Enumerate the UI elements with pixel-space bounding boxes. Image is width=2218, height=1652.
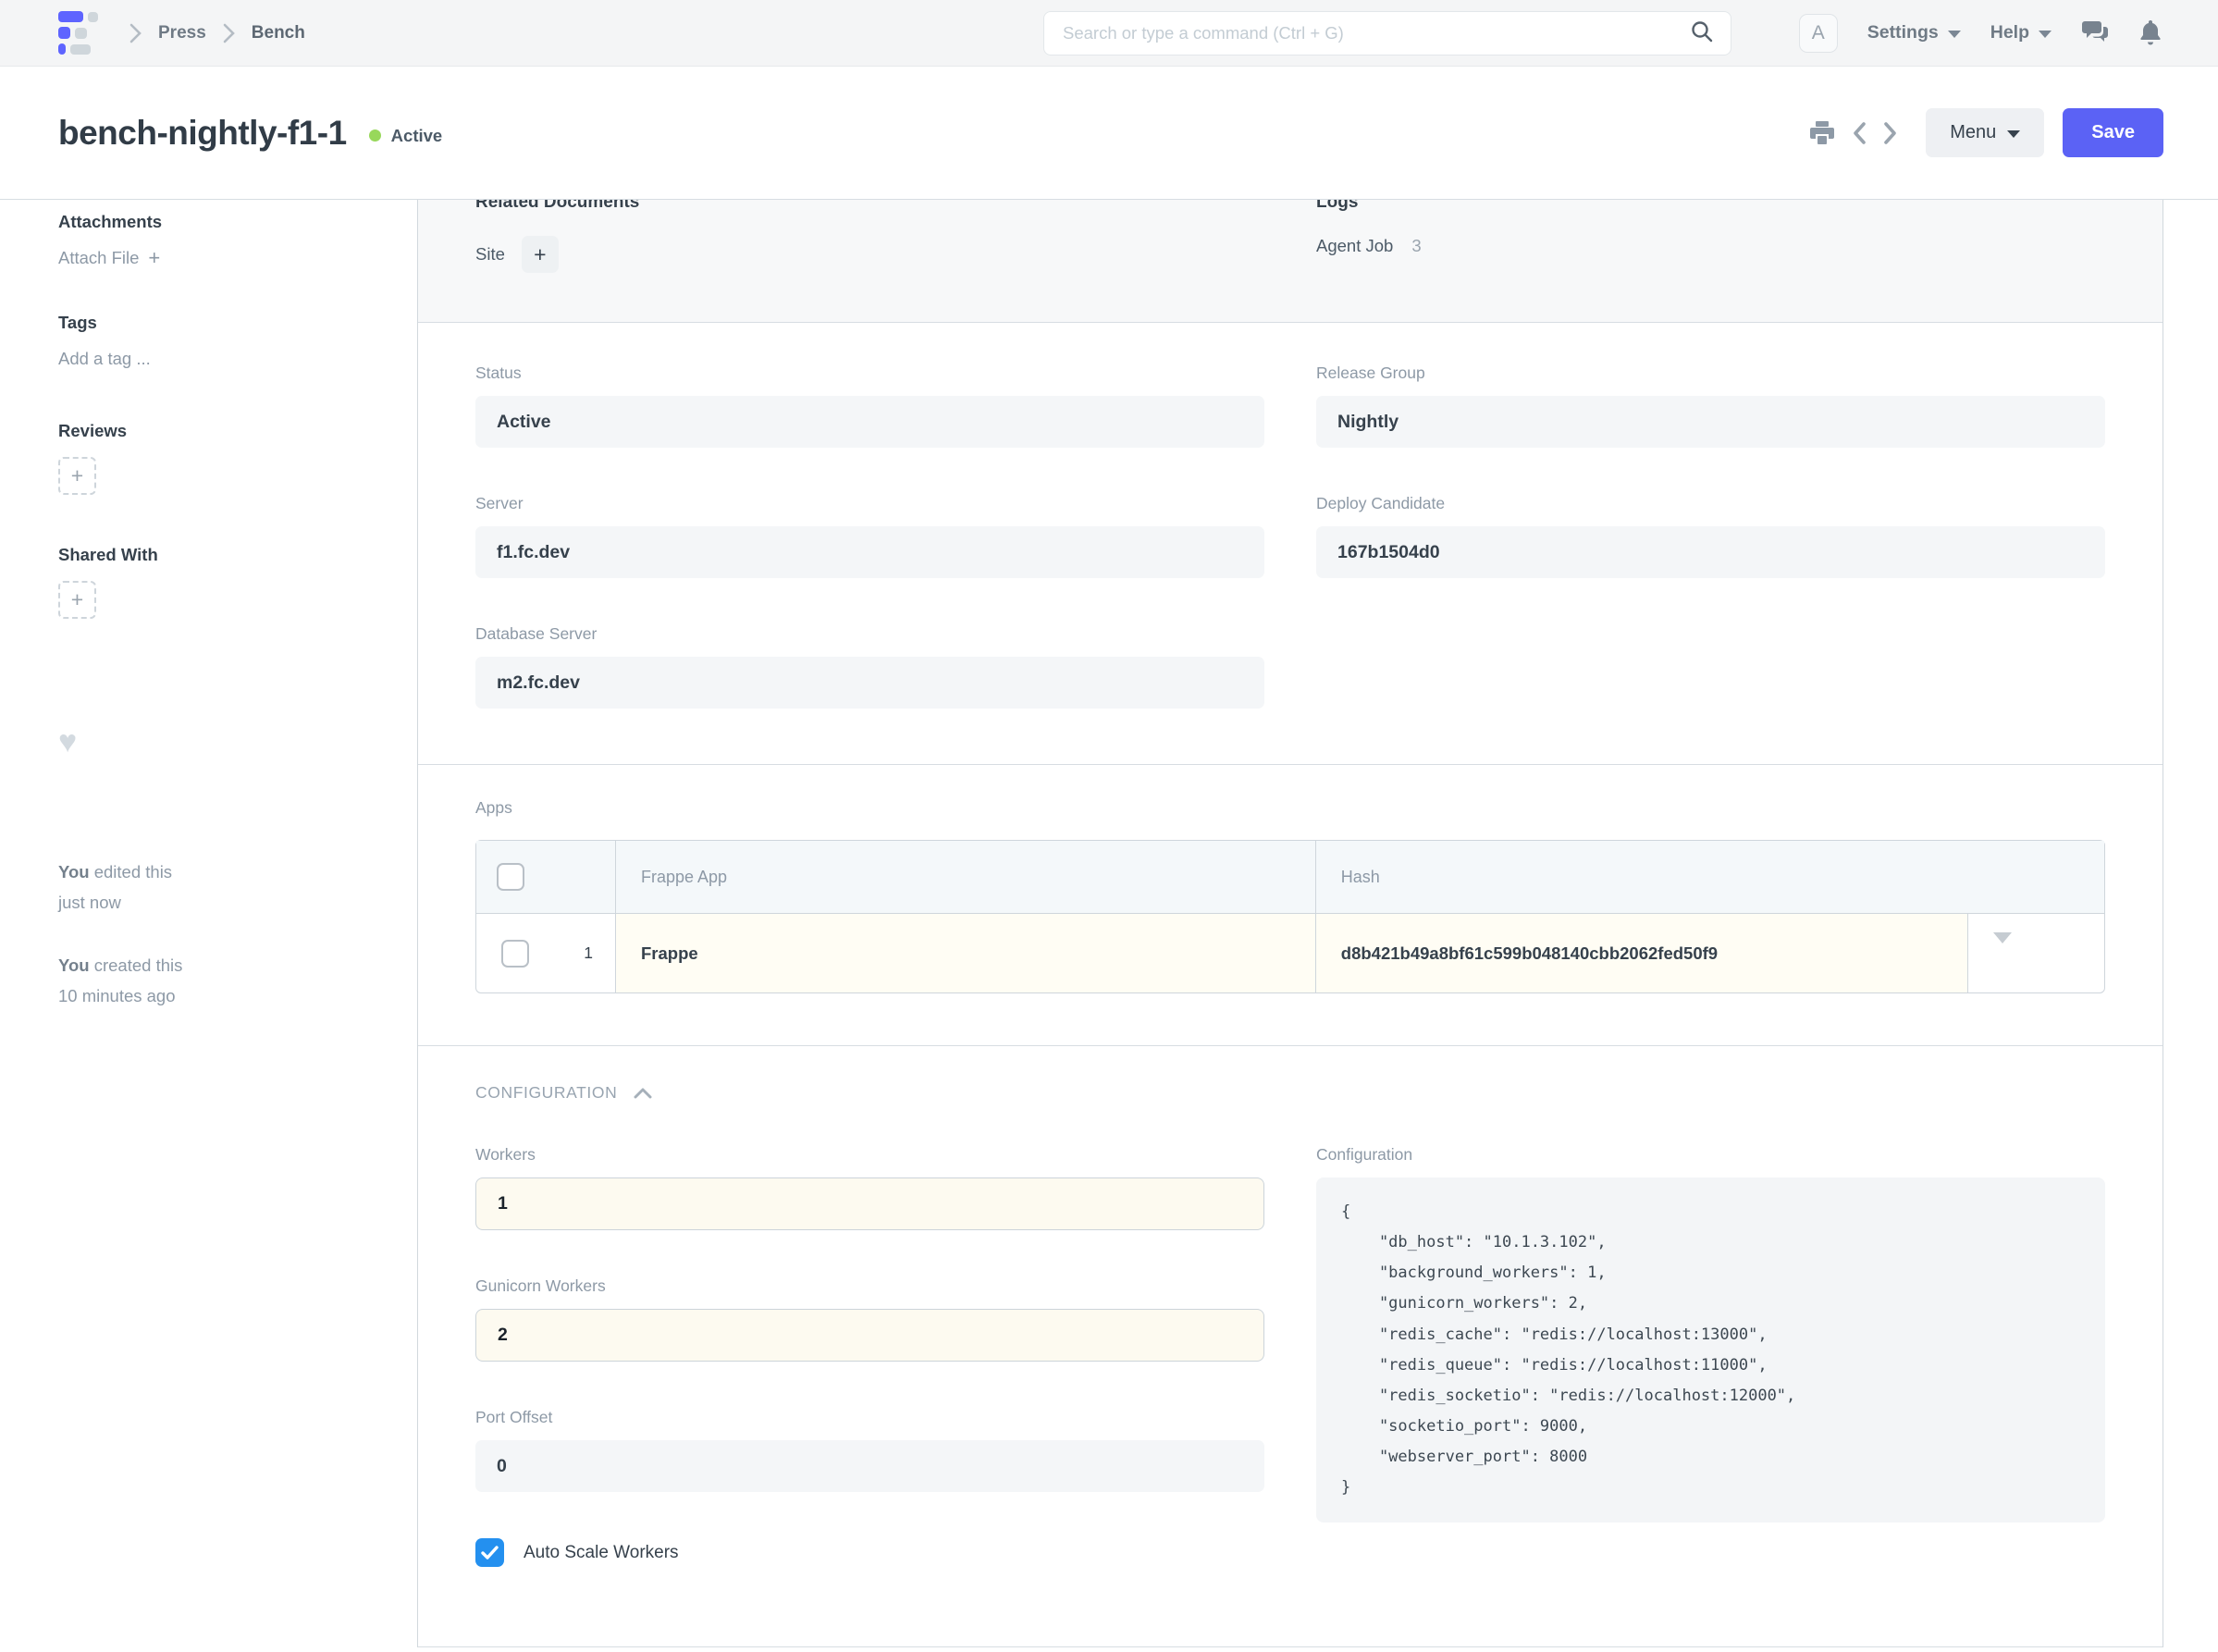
row-index: 1 xyxy=(584,943,593,963)
logs-block: Logs Agent Job 3 xyxy=(1316,200,2105,322)
shared-with-title: Shared With xyxy=(58,545,384,565)
attach-file-button[interactable]: Attach File + xyxy=(58,248,160,268)
agent-job-count: 3 xyxy=(1411,236,1421,256)
breadcrumb-press[interactable]: Press xyxy=(158,23,206,43)
document-header: bench-nightly-f1-1 Active Menu Save xyxy=(0,67,2218,200)
details-section: Status Active Server f1.fc.dev Database … xyxy=(418,323,2163,765)
deploy-candidate-field: Deploy Candidate 167b1504d0 xyxy=(1316,494,2105,578)
plus-icon: + xyxy=(71,587,83,612)
server-field: Server f1.fc.dev xyxy=(475,494,1264,578)
chevron-right-icon xyxy=(129,23,142,43)
auto-scale-label[interactable]: Auto Scale Workers xyxy=(524,1543,679,1563)
plus-icon: + xyxy=(534,242,546,267)
menu-button[interactable]: Menu xyxy=(1926,108,2044,157)
breadcrumb-bench[interactable]: Bench xyxy=(252,23,305,43)
navbar: Press Bench A Settings Help xyxy=(0,0,2218,67)
apps-table: Frappe App Hash 1 Frappe xyxy=(475,840,2105,993)
agent-job-link[interactable]: Agent Job xyxy=(1316,236,1393,256)
frappe-logo-icon[interactable] xyxy=(58,11,98,55)
header-actions: Menu Save xyxy=(1809,108,2163,157)
chat-icon[interactable] xyxy=(2081,20,2109,45)
save-button[interactable]: Save xyxy=(2063,108,2163,157)
left-column: Status Active Server f1.fc.dev Database … xyxy=(475,364,1264,755)
right-column: Release Group Nightly Deploy Candidate 1… xyxy=(1316,364,2105,755)
global-search xyxy=(1043,11,1731,55)
apps-label: Apps xyxy=(475,798,2105,818)
created-entry: You created this10 minutes ago xyxy=(58,951,384,1012)
form-body: Related Documents Site + Logs Agent Job … xyxy=(417,200,2163,1647)
auto-scale-workers-field: Auto Scale Workers xyxy=(475,1538,1264,1567)
logs-title: Logs xyxy=(1316,200,2105,211)
reviews-title: Reviews xyxy=(58,421,384,441)
config-right-column: Configuration { "db_host": "10.1.3.102",… xyxy=(1316,1145,2105,1567)
hash-cell[interactable]: d8b421b49a8bf61c599b048140cbb2062fed50f9 xyxy=(1315,914,1967,992)
add-site-button[interactable]: + xyxy=(522,236,559,273)
configuration-json-label: Configuration xyxy=(1316,1145,2105,1165)
apps-table-header: Frappe App Hash xyxy=(476,841,2104,914)
table-row: 1 Frappe d8b421b49a8bf61c599b048140cbb20… xyxy=(476,914,2104,992)
plus-icon: + xyxy=(71,463,83,488)
tags-title: Tags xyxy=(58,313,384,333)
chevron-up-icon xyxy=(634,1088,652,1099)
port-offset-field: Port Offset 0 xyxy=(475,1408,1264,1492)
prev-document-icon[interactable] xyxy=(1852,121,1867,145)
settings-dropdown[interactable]: Settings xyxy=(1867,22,1961,43)
print-icon[interactable] xyxy=(1809,120,1835,145)
related-documents-title: Related Documents xyxy=(475,200,1264,211)
search-input[interactable] xyxy=(1063,23,1690,43)
like-heart-icon[interactable]: ♥ xyxy=(58,726,384,758)
site-link[interactable]: Site xyxy=(475,244,505,265)
help-dropdown[interactable]: Help xyxy=(1990,22,2052,43)
configuration-section-toggle[interactable]: CONFIGURATION xyxy=(475,1083,2105,1103)
apps-section: Apps Frappe App Hash xyxy=(418,765,2163,1046)
form-dashboard: Related Documents Site + Logs Agent Job … xyxy=(418,200,2163,323)
search-icon[interactable] xyxy=(1690,19,1714,48)
plus-icon: + xyxy=(148,248,160,268)
configuration-section: CONFIGURATION Workers 1 Gunicorn Workers… xyxy=(418,1046,2163,1647)
workers-field: Workers 1 xyxy=(475,1145,1264,1230)
edited-entry: You edited thisjust now xyxy=(58,857,384,918)
gunicorn-workers-field: Gunicorn Workers 2 xyxy=(475,1276,1264,1362)
database-server-field: Database Server m2.fc.dev xyxy=(475,624,1264,709)
chevron-down-icon xyxy=(2007,130,2020,138)
activity-log: You edited thisjust now You created this… xyxy=(58,857,384,1012)
configuration-json: { "db_host": "10.1.3.102", "background_w… xyxy=(1316,1177,2105,1523)
frappe-app-column-header: Frappe App xyxy=(615,841,1315,914)
release-group-field: Release Group Nightly xyxy=(1316,364,2105,448)
page-title: bench-nightly-f1-1 xyxy=(58,114,347,153)
status-indicator: Active xyxy=(369,126,443,146)
server-value[interactable]: f1.fc.dev xyxy=(475,526,1264,578)
config-left-column: Workers 1 Gunicorn Workers 2 Port Offset… xyxy=(475,1145,1264,1567)
form-sidebar: Attachments Attach File + Tags Add a tag… xyxy=(0,200,417,1647)
navbar-right: A Settings Help xyxy=(1799,14,2163,53)
frappe-app-cell[interactable]: Frappe xyxy=(615,914,1315,992)
add-share-button[interactable]: + xyxy=(58,581,96,619)
status-value[interactable]: Active xyxy=(475,396,1264,448)
row-checkbox[interactable] xyxy=(501,940,529,968)
chevron-right-icon xyxy=(223,23,235,43)
port-offset-value[interactable]: 0 xyxy=(475,1440,1264,1492)
auto-scale-checkbox[interactable] xyxy=(475,1538,504,1567)
hash-column-header: Hash xyxy=(1315,841,1967,914)
notifications-bell-icon[interactable] xyxy=(2138,19,2163,46)
add-review-button[interactable]: + xyxy=(58,457,96,495)
select-all-checkbox[interactable] xyxy=(497,863,524,891)
add-tag-input[interactable]: Add a tag ... xyxy=(58,349,151,369)
avatar[interactable]: A xyxy=(1799,14,1838,53)
related-documents-block: Related Documents Site + xyxy=(475,200,1264,322)
gunicorn-workers-input[interactable]: 2 xyxy=(475,1309,1264,1362)
workers-input[interactable]: 1 xyxy=(475,1177,1264,1230)
row-expand-icon[interactable] xyxy=(1993,932,2012,963)
deploy-candidate-value[interactable]: 167b1504d0 xyxy=(1316,526,2105,578)
release-group-value[interactable]: Nightly xyxy=(1316,396,2105,448)
status-label: Active xyxy=(391,126,443,146)
database-server-value[interactable]: m2.fc.dev xyxy=(475,657,1264,709)
chevron-down-icon xyxy=(2039,31,2052,38)
chevron-down-icon xyxy=(1948,31,1961,38)
status-field: Status Active xyxy=(475,364,1264,448)
attachments-title: Attachments xyxy=(58,212,384,232)
next-document-icon[interactable] xyxy=(1883,121,1898,145)
breadcrumb: Press Bench xyxy=(129,23,305,43)
status-dot-icon xyxy=(369,129,381,142)
